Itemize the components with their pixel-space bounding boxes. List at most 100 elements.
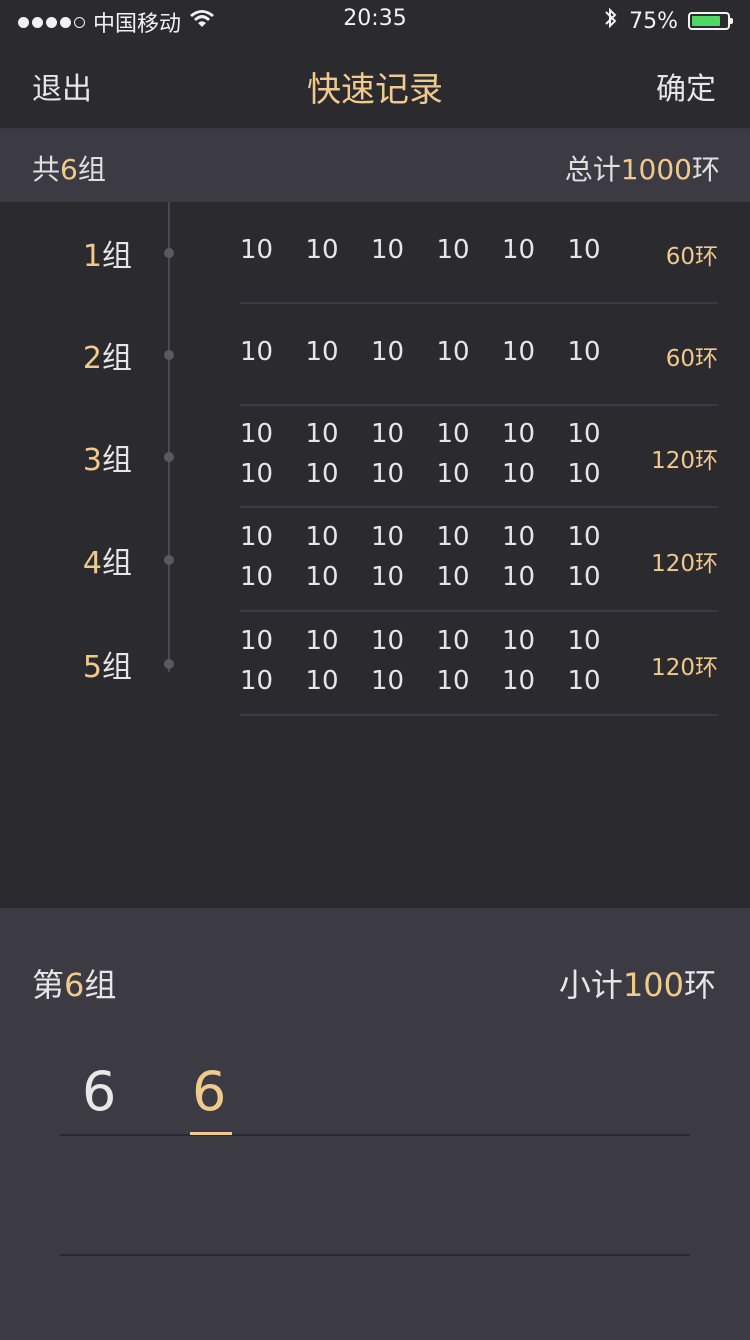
arrow-score: 10 (567, 522, 601, 552)
group-label: 1组 (0, 231, 132, 275)
group-count: 共6组 (32, 148, 106, 188)
group-number: 3 (82, 443, 102, 478)
input-cursor (190, 1132, 232, 1135)
group-label: 2组 (0, 333, 132, 377)
group-divider (240, 714, 718, 716)
group-count-prefix: 共 (32, 153, 61, 186)
arrow-score: 10 (502, 562, 536, 592)
group-suffix: 组 (102, 239, 132, 274)
arrow-score: 10 (240, 666, 274, 696)
arrow-score: 10 (436, 419, 470, 449)
arrow-score: 10 (371, 459, 405, 489)
group-total: 120环 (651, 448, 718, 474)
arrow-score: 10 (305, 626, 339, 656)
page-title: 快速记录 (307, 70, 443, 110)
group-number: 2 (82, 341, 102, 376)
arrow-score: 10 (305, 459, 339, 489)
group-row[interactable]: 3组 10 10 10 10 10 10 10 10 10 10 10 10 120环 (0, 406, 750, 508)
group-total: 60环 (665, 346, 718, 372)
score-row: 10 10 10 10 10 10 (240, 419, 633, 449)
score-entry[interactable]: 6 (82, 1060, 116, 1123)
arrow-score: 10 (502, 666, 536, 696)
subtotal: 小计100环 (559, 960, 716, 1006)
group-suffix: 组 (102, 650, 132, 685)
arrow-score: 10 (240, 459, 274, 489)
arrow-score: 10 (305, 419, 339, 449)
confirm-button[interactable]: 确定 (656, 64, 716, 108)
group-number: 5 (82, 650, 102, 685)
arrow-score: 10 (436, 522, 470, 552)
group-total: 60环 (665, 244, 718, 270)
arrow-score: 10 (305, 522, 339, 552)
group-row[interactable]: 2组 10 10 10 10 10 10 60环 (0, 304, 750, 406)
arrow-score: 10 (502, 522, 536, 552)
arrow-score: 10 (240, 522, 274, 552)
score-row: 10 10 10 10 10 10 (240, 235, 633, 265)
arrow-score: 10 (567, 459, 601, 489)
arrow-score: 10 (567, 666, 601, 696)
group-number: 1 (82, 239, 102, 274)
arrow-score: 10 (567, 419, 601, 449)
score-entry-row[interactable]: 6 6 (60, 1060, 690, 1136)
arrow-score: 10 (240, 337, 274, 367)
arrow-score: 10 (371, 666, 405, 696)
arrow-score: 10 (502, 235, 536, 265)
timeline-dot (164, 452, 174, 462)
group-label: 5组 (0, 642, 132, 686)
arrow-score: 10 (436, 626, 470, 656)
summary-bar: 共6组 总计1000环 (0, 130, 750, 202)
total-score: 总计1000环 (565, 148, 720, 188)
group-count-suffix: 组 (77, 153, 106, 186)
current-group-number: 6 (64, 966, 85, 1004)
arrow-score: 10 (240, 419, 274, 449)
current-group-suffix: 组 (84, 966, 117, 1004)
group-suffix: 组 (102, 546, 132, 581)
score-row: 10 10 10 10 10 10 (240, 459, 633, 489)
group-suffix: 组 (102, 341, 132, 376)
score-row: 10 10 10 10 10 10 (240, 522, 633, 552)
group-label: 3组 (0, 435, 132, 479)
battery-percent: 75% (629, 8, 678, 34)
group-row[interactable]: 4组 10 10 10 10 10 10 10 10 10 10 10 10 120环 (0, 508, 750, 612)
subtotal-suffix: 环 (683, 966, 716, 1004)
arrow-score: 10 (371, 235, 405, 265)
arrow-score: 10 (436, 235, 470, 265)
arrow-score: 10 (371, 562, 405, 592)
arrow-score: 10 (240, 235, 274, 265)
current-group-label: 第6组 (32, 960, 116, 1006)
arrow-score: 10 (567, 337, 601, 367)
arrow-score: 10 (502, 419, 536, 449)
arrow-score: 10 (305, 562, 339, 592)
score-entry-active[interactable]: 6 (192, 1060, 226, 1123)
battery-icon (688, 12, 733, 30)
score-row: 10 10 10 10 10 10 (240, 626, 633, 656)
arrow-score: 10 (502, 459, 536, 489)
timeline-dot (164, 248, 174, 258)
arrow-score: 10 (371, 419, 405, 449)
group-label: 4组 (0, 538, 132, 582)
arrow-score: 10 (305, 666, 339, 696)
arrow-score: 10 (436, 337, 470, 367)
arrow-score: 10 (567, 562, 601, 592)
group-total: 120环 (651, 551, 718, 577)
arrow-score: 10 (371, 337, 405, 367)
total-prefix: 总计 (564, 153, 621, 186)
group-total: 120环 (651, 655, 718, 681)
bluetooth-icon (603, 6, 619, 36)
arrow-score: 10 (305, 235, 339, 265)
arrow-score: 10 (371, 626, 405, 656)
status-right: 75% (603, 6, 733, 36)
arrow-score: 10 (436, 459, 470, 489)
total-value: 1000 (620, 153, 692, 186)
group-number: 4 (82, 546, 102, 581)
timeline-dot (164, 555, 174, 565)
arrow-score: 10 (502, 626, 536, 656)
current-group-panel: 第6组 小计100环 6 6 (0, 908, 750, 1340)
entry-row-2[interactable] (60, 1254, 690, 1256)
arrow-score: 10 (567, 626, 601, 656)
arrow-score: 10 (240, 626, 274, 656)
group-row[interactable]: 5组 10 10 10 10 10 10 10 10 10 10 10 10 120环 (0, 612, 750, 716)
current-group-prefix: 第 (32, 966, 65, 1004)
group-row[interactable]: 1组 10 10 10 10 10 10 60环 (0, 202, 750, 304)
score-row: 10 10 10 10 10 10 (240, 666, 633, 696)
